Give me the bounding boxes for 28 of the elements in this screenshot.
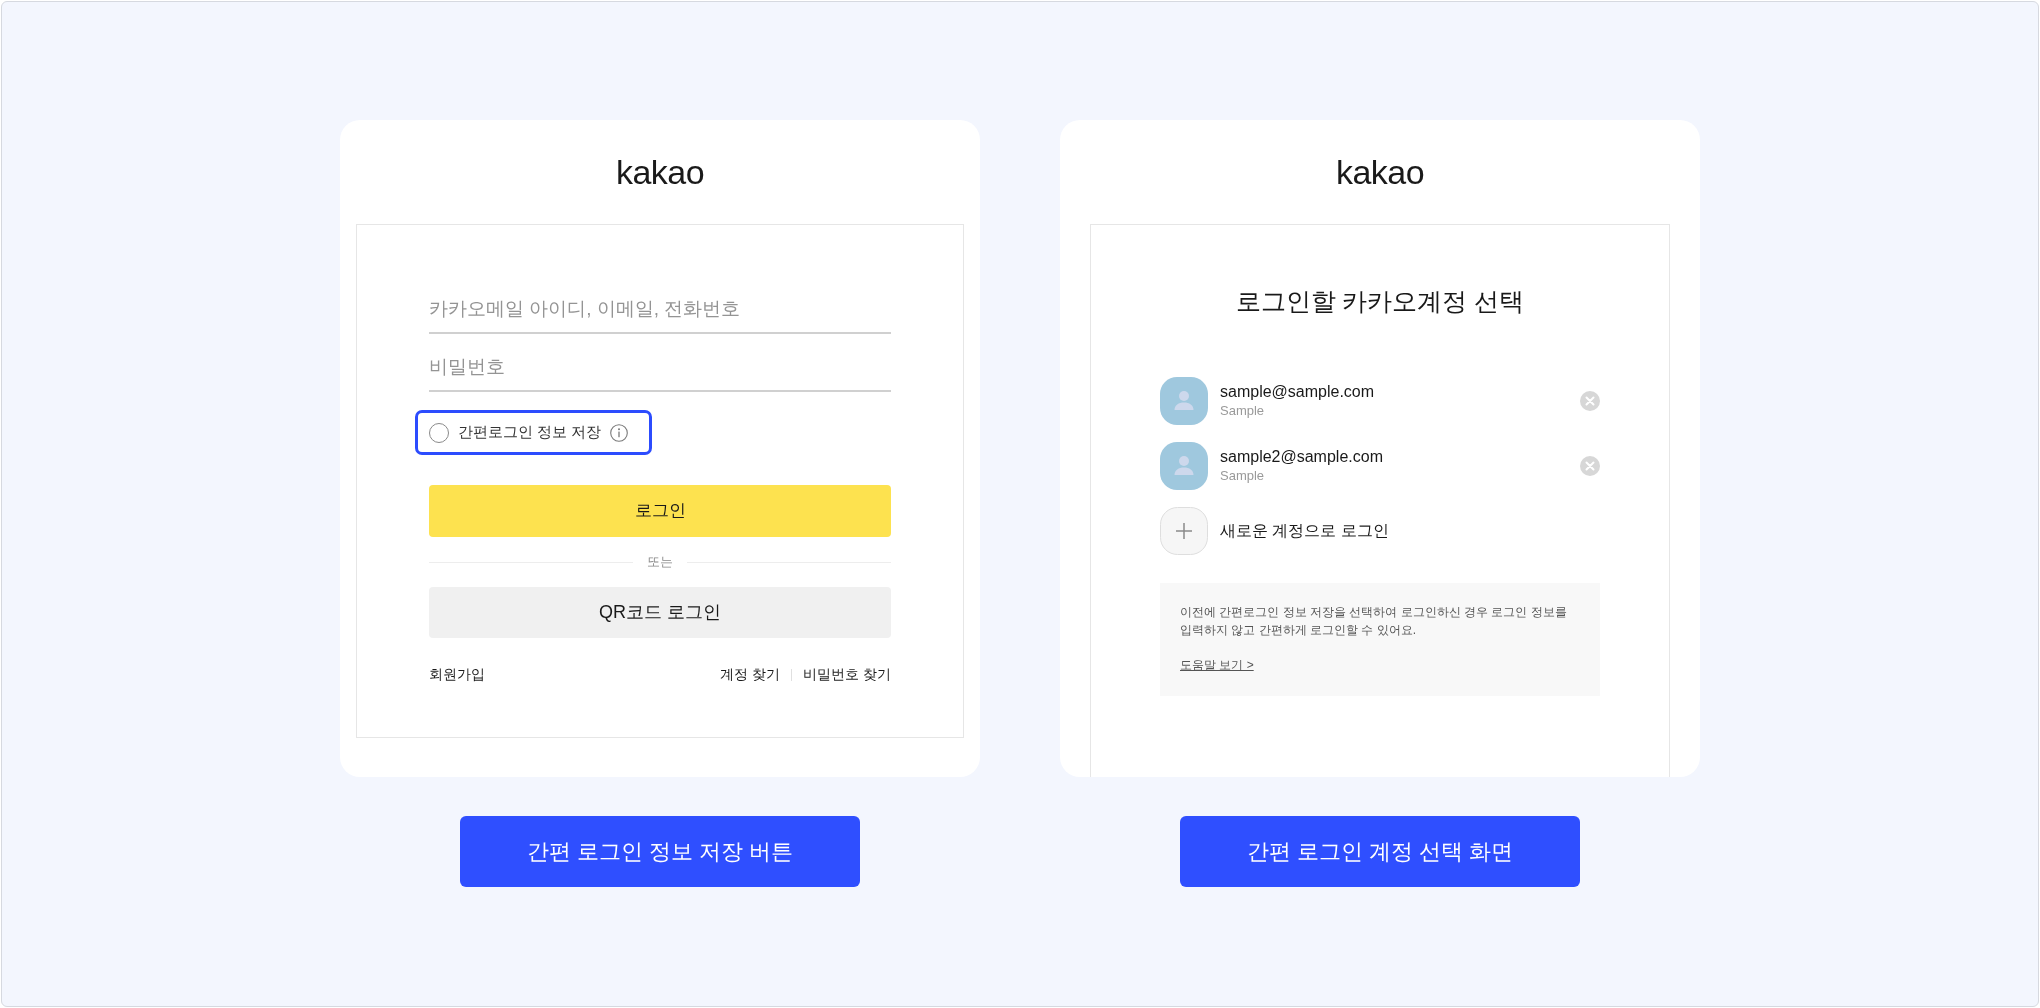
help-link[interactable]: 도움말 보기 > bbox=[1180, 656, 1254, 674]
qr-login-button[interactable]: QR코드 로그인 bbox=[429, 587, 891, 638]
close-icon[interactable] bbox=[1580, 391, 1600, 411]
user-avatar-icon bbox=[1160, 377, 1208, 425]
title: 로그인할 카카오계정 선택 bbox=[1235, 286, 1525, 317]
account-name: Sample bbox=[1220, 467, 1266, 485]
caption-label: 간편 로그인 계정 선택 화면 bbox=[1180, 816, 1580, 887]
info-icon[interactable] bbox=[610, 423, 629, 442]
account-name: Sample bbox=[1220, 402, 1266, 420]
signup-link[interactable]: 회원가입 bbox=[429, 664, 485, 685]
add-account-link[interactable]: 새로운 계정으로 로그인 bbox=[1220, 519, 1389, 543]
close-icon[interactable] bbox=[1580, 456, 1600, 476]
logo: kakao bbox=[1335, 155, 1425, 189]
radio-button[interactable] bbox=[429, 422, 449, 443]
login-button[interactable]: 로그인 bbox=[429, 485, 891, 537]
input-field[interactable]: 비밀번호 bbox=[429, 344, 891, 392]
account-email[interactable]: sample2@sample.com bbox=[1220, 447, 1383, 467]
plus-icon[interactable] bbox=[1160, 507, 1208, 555]
logo: kakao bbox=[615, 155, 705, 189]
footer-link[interactable]: 계정 찾기 bbox=[720, 664, 781, 685]
save-login-label[interactable]: 간편로그인 정보 저장 bbox=[458, 421, 602, 444]
input-field[interactable]: 카카오메일 아이디, 이메일, 전화번호 bbox=[429, 286, 891, 334]
notice-text: 이전에 간편로그인 정보 저장을 선택하여 로그인하신 경우 로그인 정보를 입력하지 않고 간편하게 로그인할 수 있어요. bbox=[1180, 604, 1567, 639]
caption-label: 간편 로그인 정보 저장 버튼 bbox=[460, 816, 860, 887]
user-avatar-icon bbox=[1160, 442, 1208, 490]
account-email[interactable]: sample@sample.com bbox=[1220, 382, 1375, 402]
footer-link[interactable]: 비밀번호 찾기 bbox=[803, 664, 891, 685]
divider-label: 또는 bbox=[647, 553, 673, 572]
